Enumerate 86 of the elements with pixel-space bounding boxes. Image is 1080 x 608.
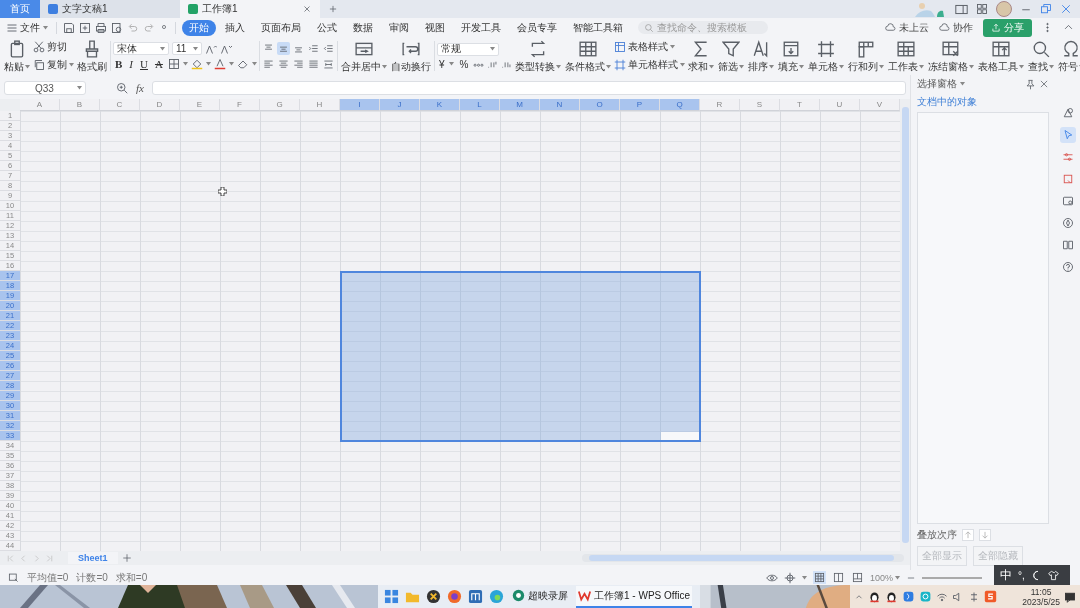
ribbon-button[interactable]: 类型转换: [514, 39, 563, 73]
column-header[interactable]: E: [180, 99, 220, 111]
search-field[interactable]: 查找命令、搜索模板: [638, 21, 768, 34]
column-header[interactable]: B: [60, 99, 100, 111]
ribbon-button[interactable]: 表格样式: [614, 40, 686, 54]
column-header[interactable]: J: [380, 99, 420, 111]
column-header[interactable]: C: [100, 99, 140, 111]
column-header[interactable]: D: [140, 99, 180, 111]
font-name-field[interactable]: 宋体: [113, 42, 169, 55]
document-tab[interactable]: 文字文稿1: [40, 0, 180, 18]
ribbon-button[interactable]: 查找: [1027, 39, 1056, 73]
ribbon-button[interactable]: 求和: [687, 39, 716, 73]
tab-label: 文字文稿1: [62, 2, 108, 16]
text-style-button[interactable]: U: [138, 58, 150, 70]
ribbon-button[interactable]: 行和列: [847, 39, 886, 73]
column-header[interactable]: I: [340, 99, 380, 111]
ribbon-button[interactable]: 表格工具: [977, 39, 1026, 73]
number-format-field[interactable]: 常规: [436, 42, 499, 56]
ribbon-tab[interactable]: 公式: [310, 19, 344, 36]
column-header[interactable]: R: [700, 99, 740, 111]
status-text: 求和=0: [115, 570, 148, 585]
column-header[interactable]: N: [540, 99, 580, 111]
ribbon-tab[interactable]: 智能工具箱: [566, 19, 630, 36]
ribbon-button[interactable]: 排序: [747, 39, 776, 73]
ribbon-button[interactable]: 筛选: [717, 39, 746, 73]
toolbar-link[interactable]: 协作: [939, 20, 973, 35]
function-button[interactable]: fx: [136, 82, 144, 94]
ribbon-button[interactable]: 填充: [777, 39, 806, 73]
ribbon-button[interactable]: 粘贴: [3, 39, 31, 73]
column-header[interactable]: M: [500, 99, 540, 111]
status-text: 计数=0: [76, 570, 108, 585]
ribbon-tab[interactable]: 审阅: [382, 19, 416, 36]
zoom-level[interactable]: 100%: [869, 572, 900, 583]
text-style-button[interactable]: I: [127, 58, 135, 70]
name-box[interactable]: Q33: [4, 81, 86, 95]
taskbar-app[interactable]: 超映录屏: [510, 585, 570, 608]
file-menu[interactable]: 文件: [20, 20, 54, 35]
ribbon-button[interactable]: 冻结窗格: [927, 39, 976, 73]
column-header[interactable]: S: [740, 99, 780, 111]
input-method-bar[interactable]: 中 °,: [994, 565, 1070, 585]
ribbon-tab[interactable]: 插入: [218, 19, 252, 36]
ribbon-button[interactable]: 剪切: [33, 40, 74, 54]
ribbon-button[interactable]: 单元格: [807, 39, 846, 73]
column-header[interactable]: K: [420, 99, 460, 111]
column-header[interactable]: Q: [660, 99, 700, 111]
ribbon-tab[interactable]: 开始: [182, 19, 216, 36]
text-style-button[interactable]: B: [113, 58, 125, 70]
column-header[interactable]: A: [20, 99, 60, 111]
number-format-button[interactable]: %: [457, 58, 471, 70]
column-header[interactable]: V: [860, 99, 900, 111]
column-header[interactable]: O: [580, 99, 620, 111]
ribbon-button[interactable]: 复制: [33, 58, 74, 72]
ribbon-tab[interactable]: 视图: [418, 19, 452, 36]
text-style-button[interactable]: A: [152, 58, 165, 70]
ribbon-tab[interactable]: 数据: [346, 19, 380, 36]
number-format-button[interactable]: ¥: [436, 58, 447, 70]
column-header[interactable]: L: [460, 99, 500, 111]
column-header[interactable]: H: [300, 99, 340, 111]
clock[interactable]: 11:05 2023/5/25: [1022, 586, 1060, 607]
ribbon-button[interactable]: 自动换行: [389, 39, 432, 73]
font-size-field[interactable]: 11: [172, 42, 202, 55]
column-header[interactable]: F: [220, 99, 260, 111]
document-tab[interactable]: 工作簿1: [180, 0, 320, 18]
home-tab[interactable]: 首页: [0, 0, 40, 18]
share-button[interactable]: 分享: [983, 18, 1032, 37]
column-header[interactable]: P: [620, 99, 660, 111]
ribbon-button[interactable]: 符号: [1057, 39, 1080, 73]
panel-title: 选择窗格: [917, 77, 957, 91]
column-header[interactable]: U: [820, 99, 860, 111]
taskbar-app[interactable]: 工作簿1 - WPS Office: [576, 585, 692, 608]
tab-label: 工作簿1: [202, 2, 238, 16]
column-header[interactable]: T: [780, 99, 820, 111]
toolbar-link[interactable]: 未上云: [885, 20, 929, 35]
column-header[interactable]: G: [260, 99, 300, 111]
ribbon-button[interactable]: 单元格样式: [614, 58, 686, 72]
panel-subtitle: 文档中的对象: [917, 95, 978, 109]
ribbon-button[interactable]: 格式刷: [76, 39, 108, 73]
ribbon-button[interactable]: 合并居中: [339, 39, 388, 73]
sheet-tab[interactable]: Sheet1: [68, 552, 118, 564]
ribbon-tab[interactable]: 会员专享: [510, 19, 564, 36]
status-text: 平均值=0: [27, 570, 69, 585]
ribbon-tab[interactable]: 开发工具: [454, 19, 508, 36]
order-label: 叠放次序: [917, 528, 957, 542]
ribbon-tab[interactable]: 页面布局: [254, 19, 308, 36]
ribbon-button[interactable]: 条件格式: [564, 39, 613, 73]
ribbon-button[interactable]: 工作表: [887, 39, 926, 73]
